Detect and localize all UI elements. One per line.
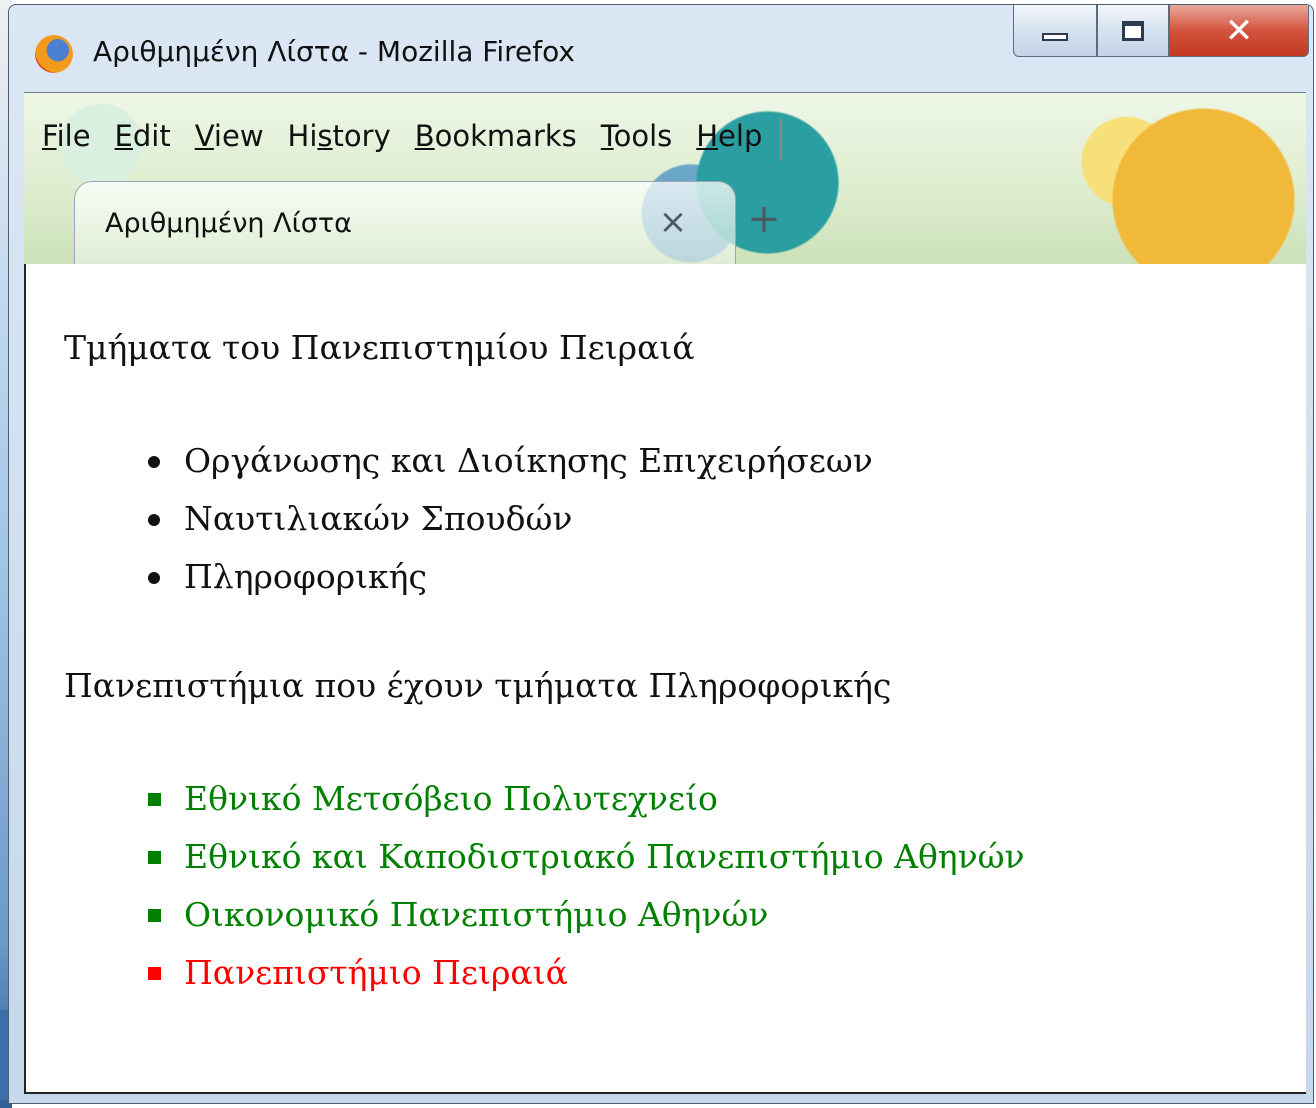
close-window-button[interactable]: ✕: [1169, 5, 1309, 57]
bullet-disc-icon: [148, 572, 160, 584]
new-tab-icon[interactable]: +: [746, 199, 782, 239]
heading-universities: Πανεπιστήμια που έχουν τμήματα Πληροφορι…: [64, 666, 892, 705]
list-item: Οικονομικό Πανεπιστήμιο Αθηνών: [144, 886, 1025, 944]
tab-label: Αριθμημένη Λίστα: [105, 208, 352, 239]
universities-list: Εθνικό Μετσόβειο Πολυτεχνείο Εθνικό και …: [144, 770, 1025, 1002]
menu-file[interactable]: File: [42, 119, 91, 161]
browser-toolbar: File Edit View History Bookmarks Tools H…: [24, 92, 1306, 265]
bullet-square-icon: [148, 909, 161, 922]
bullet-disc-icon: [148, 514, 160, 526]
list-item: Εθνικό και Καποδιστριακό Πανεπιστήμιο Αθ…: [144, 828, 1025, 886]
bullet-square-icon: [148, 851, 161, 864]
list-item: Ναυτιλιακών Σπουδών: [144, 490, 873, 548]
menu-view[interactable]: View: [195, 119, 264, 161]
menu-history[interactable]: History: [288, 119, 391, 161]
heading-departments: Τμήματα του Πανεπιστημίου Πειραιά: [64, 328, 695, 367]
list-item: Πανεπιστήμιο Πειραιά: [144, 944, 1025, 1002]
window-title: Αριθμημένη Λίστα - Mozilla Firefox: [93, 35, 575, 68]
title-bar[interactable]: Αριθμημένη Λίστα - Mozilla Firefox ✕: [9, 5, 1313, 97]
list-item: Πληροφορικής: [144, 548, 873, 606]
departments-list: Οργάνωσης και Διοίκησης Επιχειρήσεων Ναυ…: [144, 432, 873, 606]
minimize-button[interactable]: [1013, 5, 1097, 57]
firefox-logo-icon: [35, 35, 73, 73]
tab-close-icon[interactable]: ×: [653, 202, 693, 242]
list-item: Οργάνωσης και Διοίκησης Επιχειρήσεων: [144, 432, 873, 490]
menu-separator: [780, 119, 783, 161]
menu-bar: File Edit View History Bookmarks Tools H…: [42, 119, 783, 161]
tab-active[interactable]: Αριθμημένη Λίστα ×: [74, 181, 736, 265]
list-item: Εθνικό Μετσόβειο Πολυτεχνείο: [144, 770, 1025, 828]
bullet-square-icon: [148, 793, 161, 806]
caption-buttons: ✕: [1013, 5, 1309, 61]
menu-edit[interactable]: Edit: [115, 119, 171, 161]
page-content: Τμήματα του Πανεπιστημίου Πειραιά Οργάνω…: [24, 264, 1306, 1094]
menu-help[interactable]: Help: [696, 119, 762, 161]
bullet-square-icon: [148, 967, 161, 980]
minimize-icon: [1042, 32, 1068, 41]
menu-tools[interactable]: Tools: [601, 119, 672, 161]
bullet-disc-icon: [148, 456, 160, 468]
menu-bookmarks[interactable]: Bookmarks: [415, 119, 577, 161]
close-icon: ✕: [1224, 10, 1254, 51]
maximize-button[interactable]: [1097, 5, 1169, 57]
maximize-icon: [1122, 20, 1144, 41]
